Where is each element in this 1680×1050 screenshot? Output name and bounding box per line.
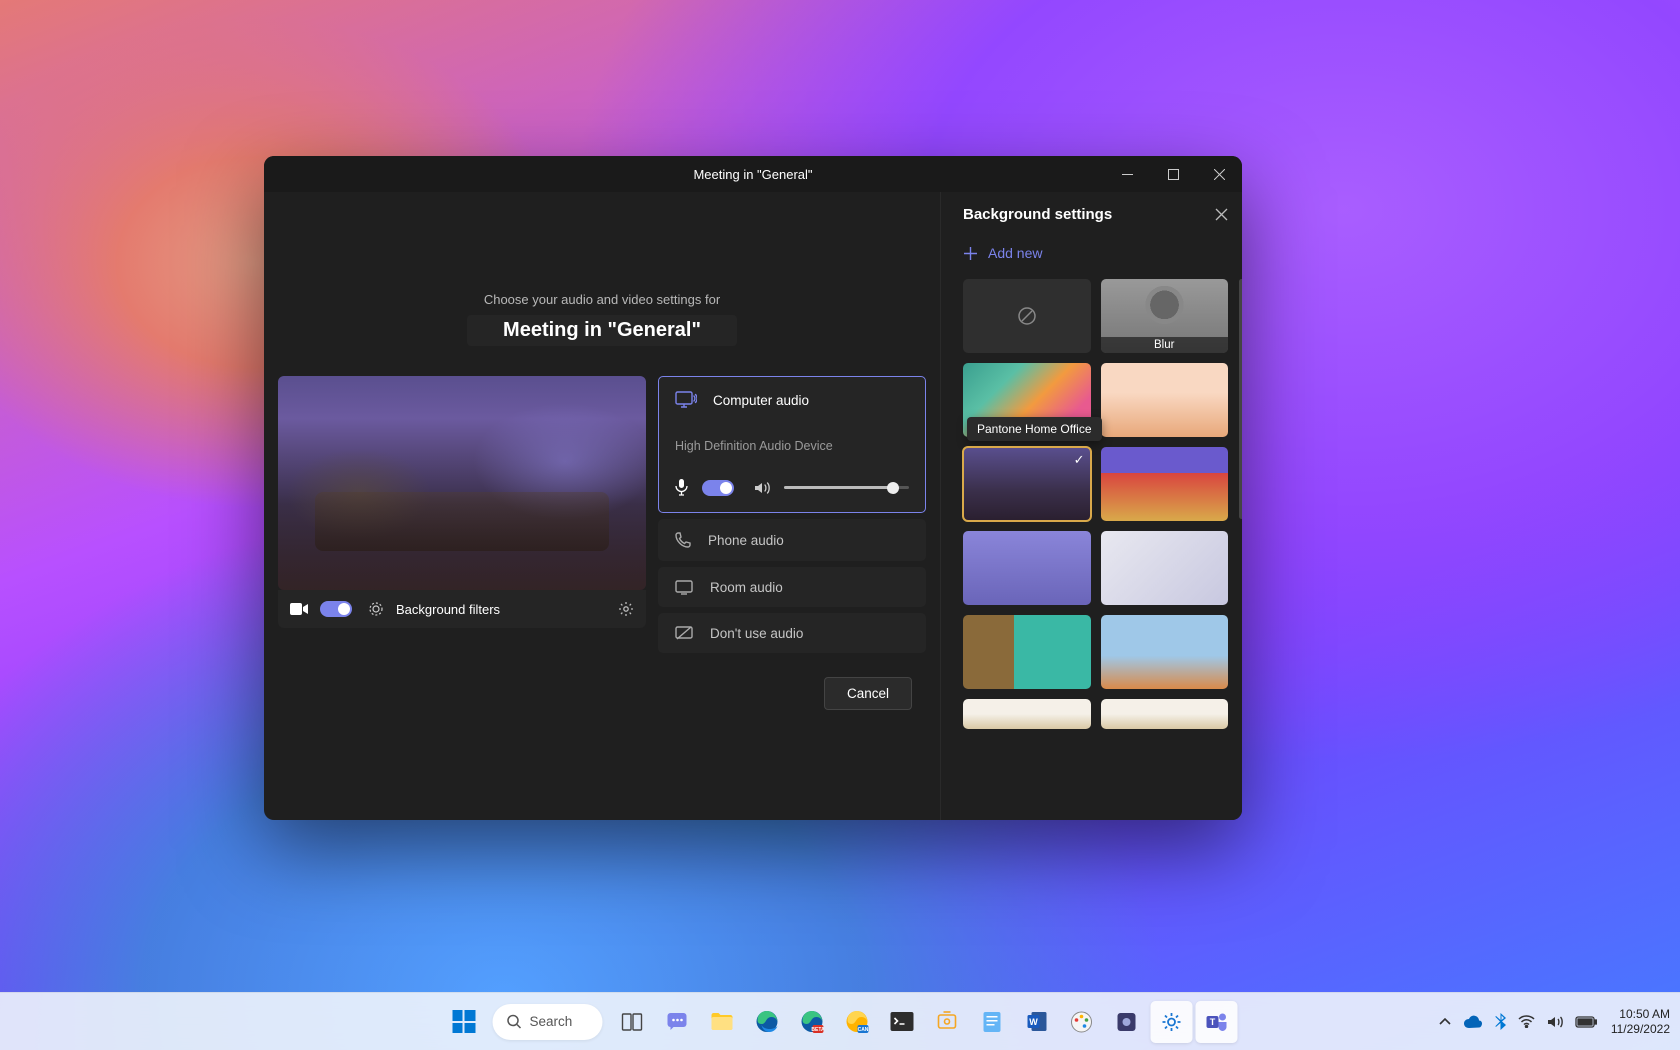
taskbar-edge-canary-icon[interactable]: CAN [836, 1001, 878, 1043]
plus-icon [963, 246, 978, 261]
taskbar-feedback-icon[interactable] [926, 1001, 968, 1043]
audio-option-computer-label: Computer audio [713, 393, 809, 408]
bg-tile-picnic[interactable] [1101, 363, 1229, 437]
system-tray: 10:50 AM 11/29/2022 [1439, 1007, 1670, 1037]
bg-tile-none[interactable] [963, 279, 1091, 353]
add-new-label: Add new [988, 245, 1042, 261]
taskbar-settings-icon[interactable] [1151, 1001, 1193, 1043]
start-button[interactable] [443, 1001, 485, 1043]
taskbar-word-icon[interactable]: W [1016, 1001, 1058, 1043]
tray-battery-icon[interactable] [1575, 1016, 1597, 1028]
tray-wifi-icon[interactable] [1518, 1015, 1535, 1028]
video-controls-bar: Background filters [278, 590, 646, 628]
camera-icon [290, 602, 308, 616]
svg-text:BETA: BETA [811, 1027, 823, 1033]
bg-tooltip: Pantone Home Office [967, 417, 1102, 441]
svg-text:W: W [1029, 1017, 1038, 1027]
checkmark-icon: ✓ [1074, 452, 1085, 468]
taskbar-explorer-icon[interactable] [701, 1001, 743, 1043]
search-placeholder: Search [530, 1014, 573, 1029]
teams-prejoin-window: Meeting in "General" Choose your audio a… [264, 156, 1242, 820]
speaker-icon [754, 481, 770, 495]
meeting-name-field[interactable]: Meeting in "General" [467, 315, 737, 346]
close-button[interactable] [1196, 156, 1242, 192]
clock-date: 11/29/2022 [1611, 1022, 1670, 1037]
tray-chevron-icon[interactable] [1439, 1018, 1451, 1026]
bg-tile-office-glass[interactable] [963, 615, 1091, 689]
volume-slider[interactable] [784, 486, 909, 489]
taskbar-center: Search BETA CAN W T [443, 1001, 1238, 1043]
taskbar-edge-beta-icon[interactable]: BETA [791, 1001, 833, 1043]
close-panel-button[interactable] [1215, 208, 1228, 221]
bg-tile-pantone-studio[interactable] [1101, 447, 1229, 521]
audio-option-phone[interactable]: Phone audio [658, 519, 926, 561]
bg-tile-sticky-notes[interactable] [1101, 531, 1229, 605]
search-input[interactable]: Search [493, 1004, 603, 1040]
scrollbar[interactable] [1239, 279, 1242, 519]
bg-tile-pantone-home-office[interactable]: ✓ [963, 447, 1091, 521]
prejoin-prompt: Choose your audio and video settings for [484, 292, 720, 307]
taskbar-clock[interactable]: 10:50 AM 11/29/2022 [1611, 1007, 1670, 1037]
taskbar-teams-icon[interactable]: T [1196, 1001, 1238, 1043]
phone-icon [674, 531, 692, 549]
tray-bluetooth-icon[interactable] [1495, 1013, 1506, 1030]
tray-onedrive-icon[interactable] [1463, 1015, 1483, 1028]
gear-icon[interactable] [618, 601, 634, 617]
svg-text:T: T [1209, 1017, 1215, 1027]
audio-option-room-label: Room audio [710, 580, 783, 595]
audio-option-computer[interactable]: Computer audio High Definition Audio Dev… [658, 376, 926, 513]
task-view-button[interactable] [611, 1001, 653, 1043]
bg-tile-seaside[interactable] [1101, 615, 1229, 689]
taskbar: Search BETA CAN W T 10:50 AM 11/29/2022 [0, 992, 1680, 1050]
taskbar-edge-icon[interactable] [746, 1001, 788, 1043]
audio-option-phone-label: Phone audio [708, 533, 784, 548]
video-preview [278, 376, 646, 590]
bg-tile-label: Blur [1101, 337, 1229, 353]
taskbar-chat-icon[interactable] [656, 1001, 698, 1043]
clock-time: 10:50 AM [1611, 1007, 1670, 1022]
background-filters-button[interactable]: Background filters [396, 602, 500, 617]
microphone-icon [675, 479, 688, 496]
background-grid: Blur Pantone Home Office ✓ [941, 275, 1242, 820]
camera-toggle[interactable] [320, 601, 352, 617]
taskbar-paint-icon[interactable] [1061, 1001, 1103, 1043]
room-audio-icon [674, 579, 694, 595]
computer-audio-icon [675, 391, 697, 409]
bg-tile-pantone-peri[interactable] [963, 531, 1091, 605]
bg-tile-gallery[interactable] [1101, 699, 1229, 729]
minimize-button[interactable] [1104, 156, 1150, 192]
no-audio-icon [674, 625, 694, 641]
svg-text:CAN: CAN [857, 1027, 868, 1033]
add-new-background-button[interactable]: Add new [941, 237, 1242, 275]
side-panel-title: Background settings [963, 206, 1112, 223]
tray-volume-icon[interactable] [1547, 1015, 1563, 1029]
audio-option-none[interactable]: Don't use audio [658, 613, 926, 653]
filter-icon [368, 601, 384, 617]
audio-option-none-label: Don't use audio [710, 626, 803, 641]
window-title: Meeting in "General" [693, 167, 812, 182]
bg-tile-blur[interactable]: Blur [1101, 279, 1229, 353]
taskbar-notepad-icon[interactable] [971, 1001, 1013, 1043]
taskbar-app-icon[interactable] [1106, 1001, 1148, 1043]
maximize-button[interactable] [1150, 156, 1196, 192]
audio-device-name[interactable]: High Definition Audio Device [675, 439, 909, 453]
audio-option-room[interactable]: Room audio [658, 567, 926, 607]
microphone-toggle[interactable] [702, 480, 734, 496]
window-titlebar[interactable]: Meeting in "General" [264, 156, 1242, 192]
prejoin-main-panel: Choose your audio and video settings for… [264, 192, 940, 820]
bg-tile-loft[interactable] [963, 699, 1091, 729]
taskbar-terminal-icon[interactable] [881, 1001, 923, 1043]
background-settings-panel: Background settings Add new Blur Panton [940, 192, 1242, 820]
cancel-button[interactable]: Cancel [824, 677, 912, 710]
